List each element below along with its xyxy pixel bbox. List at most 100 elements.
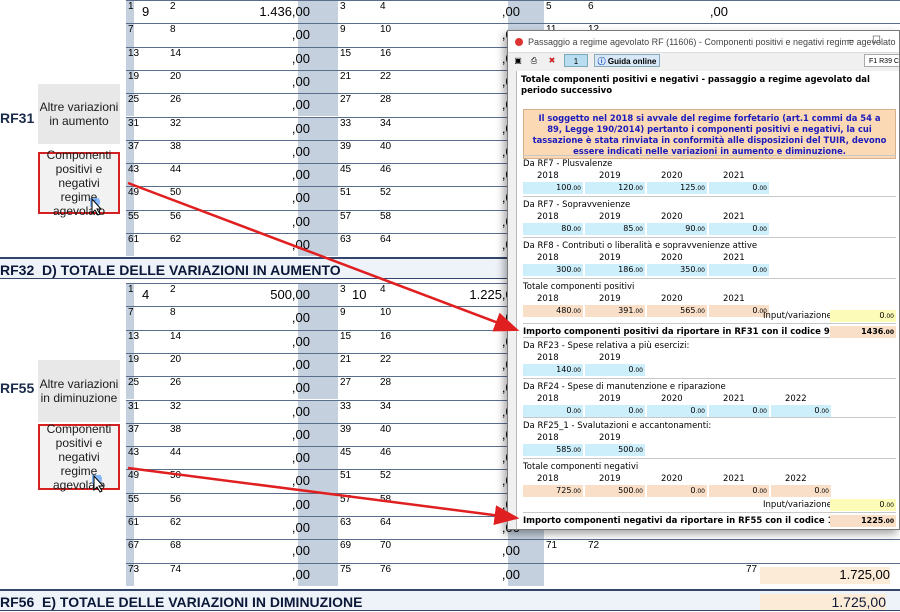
cell-value[interactable] bbox=[142, 310, 162, 327]
cell-value[interactable]: ,00 bbox=[390, 27, 520, 44]
cell-value[interactable] bbox=[142, 357, 162, 374]
cell-value[interactable] bbox=[352, 190, 382, 207]
year-value-field[interactable]: 0.00 bbox=[771, 405, 831, 417]
cell-value[interactable]: ,00 bbox=[390, 473, 520, 490]
maximize-icon[interactable]: ☐ bbox=[872, 35, 881, 46]
cell-value[interactable] bbox=[142, 97, 162, 114]
cell-value[interactable]: ,00 bbox=[180, 144, 310, 161]
cell-value[interactable] bbox=[142, 51, 162, 68]
cell-value[interactable]: ,00 bbox=[180, 214, 310, 231]
year-value-field[interactable]: 120.00 bbox=[585, 182, 645, 194]
cell-value[interactable] bbox=[352, 450, 382, 467]
cell-value[interactable]: 500,00 bbox=[180, 287, 310, 304]
cell-value[interactable]: ,00 bbox=[390, 121, 520, 138]
cell-value[interactable] bbox=[556, 4, 576, 21]
cell-value[interactable]: ,00 bbox=[390, 520, 520, 537]
cell-value[interactable]: 1.436,00 bbox=[180, 4, 310, 21]
cell-value[interactable] bbox=[352, 427, 382, 444]
page-indicator[interactable]: 1 bbox=[564, 54, 588, 67]
cell-value[interactable]: ,00 bbox=[180, 497, 310, 514]
cell-value[interactable]: ,00 bbox=[180, 27, 310, 44]
cell-value[interactable] bbox=[142, 450, 162, 467]
cell-value[interactable] bbox=[142, 473, 162, 490]
rf55-componenti-button[interactable]: Componenti positivi e negativi regime ag… bbox=[38, 422, 120, 492]
input-variazione-field[interactable]: 0.00 bbox=[830, 310, 896, 322]
cell-value[interactable]: ,00 bbox=[390, 310, 520, 327]
cell-value[interactable] bbox=[352, 97, 382, 114]
cell-value[interactable]: ,00 bbox=[598, 4, 728, 21]
cell-value[interactable] bbox=[556, 543, 576, 560]
cell-value[interactable]: ,00 bbox=[390, 334, 520, 351]
cell-value[interactable] bbox=[142, 427, 162, 444]
cell-value[interactable]: ,00 bbox=[180, 404, 310, 421]
cell-value[interactable] bbox=[352, 51, 382, 68]
cell-value[interactable] bbox=[142, 190, 162, 207]
cell-value[interactable] bbox=[142, 497, 162, 514]
cell-value[interactable]: ,00 bbox=[390, 497, 520, 514]
cell-value[interactable]: ,00 bbox=[180, 310, 310, 327]
year-value-field[interactable]: 350.00 bbox=[647, 264, 707, 276]
cell-value[interactable] bbox=[142, 27, 162, 44]
cell-value[interactable] bbox=[142, 404, 162, 421]
year-value-field[interactable]: 480.00 bbox=[523, 305, 583, 317]
cell-value[interactable]: ,00 bbox=[390, 237, 520, 254]
back-icon[interactable]: ▣ bbox=[512, 54, 524, 67]
cell-value[interactable]: ,00 bbox=[390, 190, 520, 207]
year-value-field[interactable]: 125.00 bbox=[647, 182, 707, 194]
year-value-field[interactable]: 500.00 bbox=[585, 444, 645, 456]
cell-value[interactable]: ,00 bbox=[390, 214, 520, 231]
cell-value[interactable]: ,00 bbox=[180, 450, 310, 467]
help-button[interactable]: ⓘ Guida online bbox=[594, 54, 660, 67]
cell-value[interactable] bbox=[352, 357, 382, 374]
cell-value[interactable]: ,00 bbox=[390, 450, 520, 467]
cell-value[interactable] bbox=[352, 334, 382, 351]
cell-value[interactable]: ,00 bbox=[180, 121, 310, 138]
cell-value[interactable] bbox=[352, 214, 382, 231]
cell-value[interactable] bbox=[352, 380, 382, 397]
year-value-field[interactable]: 0.00 bbox=[585, 405, 645, 417]
cell-value[interactable]: ,00 bbox=[180, 74, 310, 91]
cell-value[interactable]: ,00 bbox=[180, 237, 310, 254]
cell-value[interactable] bbox=[142, 520, 162, 537]
year-value-field[interactable]: 0.00 bbox=[647, 405, 707, 417]
cell-value[interactable]: ,00 bbox=[180, 567, 310, 584]
cell-value[interactable]: ,00 bbox=[180, 334, 310, 351]
cell-value[interactable] bbox=[352, 567, 382, 584]
cell-value[interactable]: ,00 bbox=[390, 51, 520, 68]
import-negative-value[interactable]: 1225.00 bbox=[830, 515, 896, 527]
minimize-icon[interactable]: – bbox=[848, 35, 854, 46]
cell-value[interactable]: 1.725,00 bbox=[760, 566, 890, 584]
cell-value[interactable] bbox=[352, 167, 382, 184]
cell-value[interactable] bbox=[352, 237, 382, 254]
cell-value[interactable] bbox=[352, 74, 382, 91]
cell-value[interactable]: ,00 bbox=[180, 167, 310, 184]
cell-value[interactable]: ,00 bbox=[180, 190, 310, 207]
cell-value[interactable]: 9 bbox=[142, 4, 162, 21]
rf56-value[interactable]: 1.725,00 bbox=[760, 594, 886, 610]
cell-value[interactable]: 4 bbox=[142, 287, 162, 304]
print-icon[interactable]: ⎙ bbox=[528, 54, 540, 67]
year-value-field[interactable]: 100.00 bbox=[523, 182, 583, 194]
year-value-field[interactable]: 725.00 bbox=[523, 485, 583, 497]
year-value-field[interactable]: 90.00 bbox=[647, 223, 707, 235]
cell-value[interactable] bbox=[142, 380, 162, 397]
cell-value[interactable] bbox=[352, 144, 382, 161]
delete-icon[interactable]: ✖ bbox=[546, 54, 558, 67]
cell-value[interactable] bbox=[142, 567, 162, 584]
year-value-field[interactable]: 0.00 bbox=[709, 182, 769, 194]
year-value-field[interactable]: 391.00 bbox=[585, 305, 645, 317]
cell-value[interactable] bbox=[142, 334, 162, 351]
cell-value[interactable]: ,00 bbox=[180, 427, 310, 444]
cell-value[interactable]: ,00 bbox=[180, 520, 310, 537]
cell-value[interactable] bbox=[352, 497, 382, 514]
year-value-field[interactable]: 0.00 bbox=[647, 485, 707, 497]
cell-value[interactable] bbox=[352, 310, 382, 327]
year-value-field[interactable]: 85.00 bbox=[585, 223, 645, 235]
cell-value[interactable]: ,00 bbox=[390, 4, 520, 21]
cell-value[interactable]: ,00 bbox=[390, 543, 520, 560]
year-value-field[interactable]: 0.00 bbox=[709, 264, 769, 276]
year-value-field[interactable]: 186.00 bbox=[585, 264, 645, 276]
cell-value[interactable] bbox=[142, 167, 162, 184]
cell-value[interactable] bbox=[142, 543, 162, 560]
year-value-field[interactable]: 0.00 bbox=[523, 405, 583, 417]
